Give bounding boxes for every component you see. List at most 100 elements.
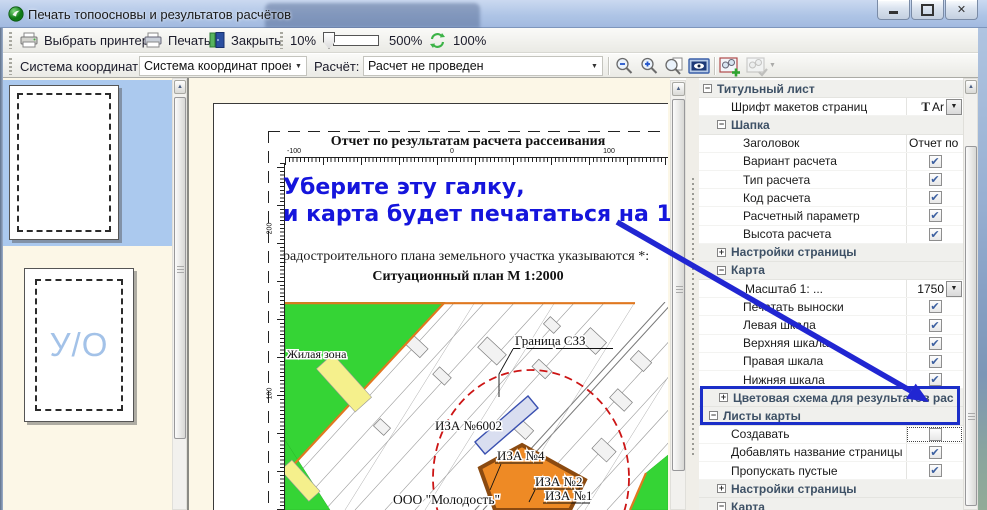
prop-item-row[interactable]: Вариант расчета✔ — [699, 153, 963, 171]
prop-group-row[interactable]: +Цветовая схема для результатов рас — [699, 389, 963, 407]
scroll-up-arrow[interactable]: ▲ — [174, 80, 186, 94]
prop-value-cell[interactable]: 1750▼ — [906, 280, 963, 297]
collapse-icon[interactable]: − — [717, 120, 726, 129]
checkbox[interactable]: ✔ — [929, 337, 942, 350]
prop-item-row[interactable]: ЗаголовокОтчет по — [699, 135, 963, 153]
prop-value-cell[interactable]: ✔ — [906, 189, 963, 206]
checkbox[interactable]: ✔ — [929, 228, 942, 241]
collapse-icon[interactable]: − — [717, 502, 726, 510]
collapse-icon[interactable]: − — [709, 411, 718, 420]
prop-item-row[interactable]: Печатать выноски✔ — [699, 298, 963, 316]
checkbox[interactable]: ✔ — [929, 173, 942, 186]
checkbox[interactable] — [929, 428, 942, 441]
prop-value-cell[interactable]: Отчет по — [906, 135, 963, 152]
dropdown-button[interactable]: ▼ — [946, 99, 962, 115]
checkbox[interactable]: ✔ — [929, 300, 942, 313]
prop-group-row[interactable]: −Листы карты — [699, 407, 963, 425]
prop-value-cell[interactable]: ✔ — [906, 207, 963, 224]
prop-value-cell[interactable]: ✔ — [906, 353, 963, 370]
prop-value-cell[interactable]: ✔ — [906, 462, 963, 479]
zoom-in-button[interactable] — [637, 56, 661, 77]
checkbox[interactable]: ✔ — [929, 155, 942, 168]
toolbar-grip[interactable] — [280, 32, 283, 49]
minimize-button[interactable] — [877, 0, 910, 20]
refresh-zoom-icon[interactable] — [429, 32, 446, 49]
prop-value-cell[interactable] — [906, 426, 963, 443]
checkbox[interactable]: ✔ — [929, 319, 942, 332]
calc-combobox[interactable]: Расчет не проведен ▼ — [363, 56, 603, 76]
prop-value-cell[interactable]: ✔ — [906, 298, 963, 315]
toolbar-grip[interactable] — [9, 58, 12, 75]
scroll-up-arrow[interactable]: ▲ — [965, 80, 977, 94]
prop-value-cell[interactable]: ✔ — [906, 335, 963, 352]
prop-item-row[interactable]: Код расчета✔ — [699, 189, 963, 207]
zoom-page-button[interactable] — [662, 56, 686, 77]
checkbox[interactable]: ✔ — [929, 464, 942, 477]
scrollbar-thumb[interactable] — [672, 99, 685, 471]
panel-splitter[interactable] — [686, 78, 699, 510]
coord-system-combobox[interactable]: Система координат проек ▼ — [139, 56, 307, 76]
prop-group-row[interactable]: −Шапка — [699, 116, 963, 134]
collapse-icon[interactable]: − — [717, 266, 726, 275]
prop-item-row[interactable]: Левая шкала✔ — [699, 316, 963, 334]
prop-value-cell[interactable]: ✔ — [906, 153, 963, 170]
dropdown-button[interactable]: ▼ — [946, 281, 962, 297]
properties-scrollbar[interactable]: ▲ — [963, 78, 978, 510]
thumbnail-scrollbar[interactable]: ▲ — [172, 78, 187, 510]
checkbox[interactable]: ✔ — [929, 373, 942, 386]
scroll-up-arrow[interactable]: ▲ — [672, 82, 685, 96]
checkbox[interactable]: ✔ — [929, 191, 942, 204]
chevron-down-icon[interactable]: ▼ — [291, 63, 306, 70]
expand-icon[interactable]: + — [717, 248, 726, 257]
maximize-button[interactable] — [911, 0, 944, 20]
page-thumbnail-2[interactable]: У/О — [24, 268, 134, 422]
zoom-slider-track[interactable] — [333, 35, 379, 46]
prop-item-row[interactable]: Пропускать пустые✔ — [699, 462, 963, 480]
fit-screen-button[interactable] — [687, 56, 711, 77]
print-button[interactable]: Печать — [143, 31, 211, 49]
close-window-button[interactable]: ✕ — [945, 0, 978, 20]
prop-item-row[interactable]: Правая шкала✔ — [699, 353, 963, 371]
checkbox[interactable]: ✔ — [929, 446, 942, 459]
prop-item-row[interactable]: Шрифт макетов страницTAr▼ — [699, 98, 963, 116]
checkbox[interactable]: ✔ — [929, 355, 942, 368]
prop-item-row[interactable]: Тип расчета✔ — [699, 171, 963, 189]
prop-item-row[interactable]: Нижняя шкала✔ — [699, 371, 963, 389]
chevron-down-icon[interactable]: ▼ — [769, 62, 776, 69]
prop-value-cell[interactable]: TAr▼ — [906, 98, 963, 115]
select-printer-button[interactable]: Выбрать принтер — [19, 31, 149, 49]
prop-value-cell[interactable]: ✔ — [906, 371, 963, 388]
checkbox[interactable]: ✔ — [929, 209, 942, 222]
toolbar-grip[interactable] — [9, 32, 12, 49]
check-map-sheet-button[interactable] — [745, 56, 769, 77]
add-map-sheet-button[interactable] — [718, 56, 742, 77]
prop-item-row[interactable]: Высота расчета✔ — [699, 226, 963, 244]
calc-label: Расчёт: — [314, 59, 359, 74]
prop-group-row[interactable]: −Карта — [699, 498, 963, 510]
prop-value-cell[interactable]: ✔ — [906, 316, 963, 333]
expand-icon[interactable]: + — [719, 393, 728, 402]
zoom-out-button[interactable] — [612, 56, 636, 77]
close-preview-button[interactable]: Закрыть — [208, 31, 281, 49]
prop-group-row[interactable]: −Карта — [699, 262, 963, 280]
scrollbar-thumb[interactable] — [965, 146, 977, 506]
prop-group-row[interactable]: +Настройки страницы — [699, 480, 963, 498]
prop-item-row[interactable]: Добавлять название страницы✔ — [699, 444, 963, 462]
prop-item-row[interactable]: Масштаб 1: ...1750▼ — [699, 280, 963, 298]
prop-group-row[interactable]: +Настройки страницы — [699, 244, 963, 262]
prop-item-row[interactable]: Верхняя шкала✔ — [699, 335, 963, 353]
preview-scrollbar[interactable]: ▲ — [670, 80, 686, 510]
title-bar[interactable]: Печать топоосновы и результатов расчётов… — [0, 0, 987, 28]
prop-value-cell[interactable]: ✔ — [906, 226, 963, 243]
prop-item-row[interactable]: Создавать — [699, 426, 963, 444]
prop-group-row[interactable]: −Титульный лист — [699, 80, 963, 98]
scrollbar-thumb[interactable] — [174, 97, 186, 439]
expand-icon[interactable]: + — [717, 484, 726, 493]
prop-value-cell[interactable]: ✔ — [906, 444, 963, 461]
chevron-down-icon[interactable]: ▼ — [587, 63, 602, 70]
collapse-icon[interactable]: − — [703, 84, 712, 93]
prop-value-cell[interactable]: ✔ — [906, 171, 963, 188]
page-thumbnail-1[interactable] — [9, 85, 119, 240]
prop-item-row[interactable]: Расчетный параметр✔ — [699, 207, 963, 225]
zoom-slider-thumb[interactable] — [323, 32, 335, 49]
